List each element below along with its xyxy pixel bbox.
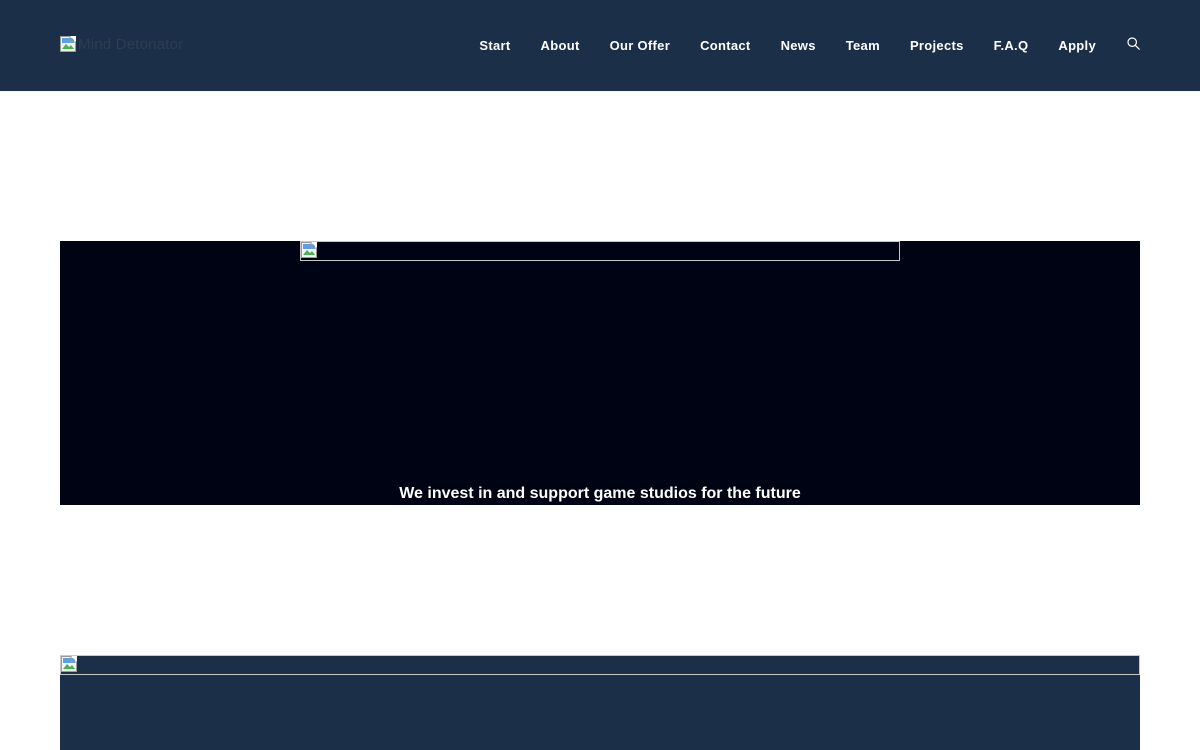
- content-section: [60, 655, 1140, 750]
- search-button[interactable]: [1126, 37, 1140, 51]
- hero-tagline: We invest in and support game studios fo…: [399, 485, 801, 502]
- broken-image-icon: [301, 242, 317, 258]
- logo-link[interactable]: Mind Detonator: [60, 34, 183, 54]
- hero-section: We invest in and support game studios fo…: [60, 241, 1140, 505]
- nav-item-faq[interactable]: F.A.Q: [994, 38, 1029, 53]
- nav-item-team[interactable]: Team: [846, 38, 880, 53]
- nav-item-news[interactable]: News: [781, 38, 816, 53]
- section-image: [60, 655, 1140, 675]
- search-icon: [1126, 37, 1140, 50]
- broken-image-icon: [60, 36, 76, 52]
- nav-item-about[interactable]: About: [541, 38, 580, 53]
- nav-item-projects[interactable]: Projects: [910, 38, 964, 53]
- main-nav: Start About Our Offer Contact News Team …: [479, 0, 1140, 91]
- nav-item-contact[interactable]: Contact: [700, 38, 751, 53]
- hero-image: [300, 241, 900, 261]
- nav-item-start[interactable]: Start: [479, 38, 510, 53]
- logo-alt-text: Mind Detonator: [78, 35, 184, 53]
- site-header: Mind Detonator Start About Our Offer Con…: [0, 0, 1200, 91]
- nav-item-apply[interactable]: Apply: [1058, 38, 1096, 53]
- nav-item-our-offer[interactable]: Our Offer: [610, 38, 670, 53]
- broken-image-icon: [61, 656, 77, 672]
